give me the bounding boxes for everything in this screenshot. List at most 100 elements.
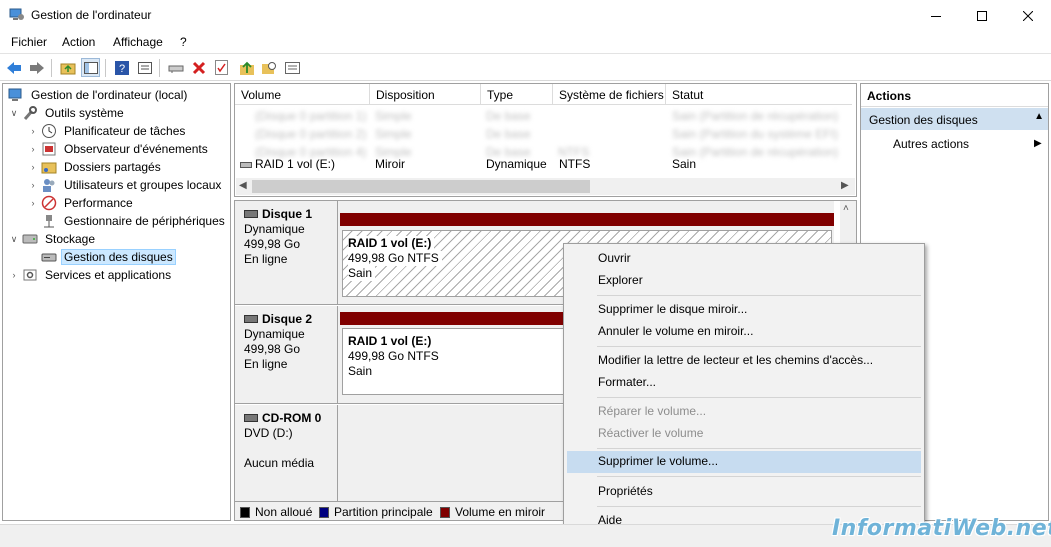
chevron-right-icon[interactable]: › [27,126,39,136]
collapse-up-icon[interactable]: ▲ [1034,111,1044,122]
menu-item-reactiver-volume: Réactiver le volume [598,426,704,440]
column-header-disposition[interactable]: Disposition [370,84,481,105]
search-folder-icon[interactable] [260,58,279,77]
cdrom-header[interactable]: CD-ROM 0 DVD (D:) Aucun média [235,405,338,501]
column-header-systeme-fichiers[interactable]: Système de fichiers [553,84,666,105]
back-icon[interactable] [4,58,23,77]
chevron-down-icon[interactable]: ∨ [8,108,20,119]
drive-icon [240,159,252,173]
maximize-button[interactable] [959,0,1005,31]
legend-item: Volume en miroir [440,505,545,519]
legend-swatch-mirror [440,506,450,518]
scroll-up-icon[interactable]: ˄ [843,203,849,214]
tree-item-outils-systeme[interactable]: ∨ Outils système [8,104,127,122]
tree-item-utilisateurs-groupes[interactable]: › Utilisateurs et groupes locaux [27,176,224,194]
column-header-statut[interactable]: Statut [666,84,852,105]
shared-folder-icon [41,159,57,175]
menu-help[interactable]: ? [180,35,187,49]
performance-icon [41,195,57,211]
users-icon [41,177,57,193]
tree-item-services-applications[interactable]: › Services et applications [8,266,174,284]
menu-item-explorer[interactable]: Explorer [567,270,921,292]
tree-item-observateur[interactable]: › Observateur d'événements [27,140,211,158]
table-row[interactable]: (Disque 0 partition 2) Simple De base Sa… [235,125,852,143]
tree-item-computer-management[interactable]: Gestion de l'ordinateur (local) [6,86,190,104]
svg-text:?: ? [119,63,125,75]
disk-management-icon [41,249,57,265]
toolbar: ? [0,53,1051,81]
computer-management-icon [9,8,25,22]
scroll-right-icon[interactable]: ▶ [841,180,849,191]
scrollbar-thumb[interactable] [252,180,590,193]
actions-header: Actions [861,84,1048,107]
navigation-tree: Gestion de l'ordinateur (local) ∨ Outils… [2,83,231,521]
services-icon [22,267,38,283]
chevron-right-icon[interactable]: › [8,270,20,280]
cdrom-icon [244,411,258,426]
up-folder-icon[interactable] [58,58,77,77]
device-manager-icon [41,213,57,229]
disk-icon [244,207,258,222]
submenu-arrow-icon[interactable]: ▶ [1034,138,1042,149]
actions-section-gestion-disques[interactable]: Gestion des disques ▲ [861,108,1048,130]
table-row[interactable]: RAID 1 vol (E:) Miroir Dynamique NTFS Sa… [235,155,852,173]
up-arrow-icon[interactable] [237,58,256,77]
disk-2-header[interactable]: Disque 2 Dynamique 499,98 Go En ligne [235,306,338,404]
watermark: InformatiWeb.net [832,516,1051,541]
menu-affichage[interactable]: Affichage [113,35,163,49]
tree-item-dossiers-partages[interactable]: › Dossiers partagés [27,158,164,176]
menu-item-annuler-volume-miroir[interactable]: Annuler le volume en miroir... [567,321,921,343]
menu-item-formater[interactable]: Formater... [567,372,921,394]
tree-item-planificateur[interactable]: › Planificateur de tâches [27,122,188,140]
context-menu: Ouvrir Explorer Supprimer le disque miro… [563,243,925,534]
column-header-volume[interactable]: Volume [235,84,370,105]
legend-swatch-unallocated [240,506,250,518]
properties-view-icon[interactable] [135,58,154,77]
menu-item-supprimer-disque-miroir[interactable]: Supprimer le disque miroir... [567,299,921,321]
event-viewer-icon [41,141,57,157]
menu-item-supprimer-volume[interactable]: Supprimer le volume... [567,451,921,473]
clock-icon [41,123,57,139]
chevron-right-icon[interactable]: › [27,162,39,172]
title-bar: Gestion de l'ordinateur [0,0,1051,31]
export-list-icon[interactable] [283,58,302,77]
connect-drive-icon[interactable] [166,58,185,77]
menu-item-proprietes[interactable]: Propriétés [567,481,921,503]
legend-swatch-primary [319,506,329,518]
disk-1-header[interactable]: Disque 1 Dynamique 499,98 Go En ligne [235,201,338,305]
checklist-icon[interactable] [212,58,231,77]
chevron-right-icon[interactable]: › [27,180,39,190]
menu-fichier[interactable]: Fichier [11,35,47,49]
table-row[interactable]: (Disque 0 partition 1) Simple De base Sa… [235,107,852,125]
volume-list: Volume Disposition Type Système de fichi… [234,83,857,197]
column-header-type[interactable]: Type [481,84,553,105]
help-icon[interactable]: ? [112,58,131,77]
legend-item: Partition principale [319,505,433,519]
window-title: Gestion de l'ordinateur [31,8,152,22]
menu-item-ouvrir[interactable]: Ouvrir [567,248,921,270]
close-button[interactable] [1005,0,1051,31]
menu-item-reparer-volume: Réparer le volume... [598,404,707,418]
disk-icon [244,312,258,327]
tree-item-performance[interactable]: › Performance [27,194,136,212]
menu-item-modifier-lettre[interactable]: Modifier la lettre de lecteur et les che… [567,350,921,372]
forward-icon[interactable] [27,58,46,77]
delete-icon[interactable] [189,58,208,77]
menu-action[interactable]: Action [62,35,95,49]
legend-item: Non alloué [240,505,312,519]
minimize-button[interactable] [913,0,959,31]
chevron-down-icon[interactable]: ∨ [8,234,20,245]
menu-bar: Fichier Action Affichage ? [0,31,1051,53]
chevron-right-icon[interactable]: › [27,144,39,154]
tree-item-gestionnaire-peripheriques[interactable]: Gestionnaire de périphériques [39,212,228,230]
tools-icon [22,105,38,121]
tree-item-gestion-disques[interactable]: Gestion des disques [39,248,176,266]
chevron-right-icon[interactable]: › [27,198,39,208]
show-hide-tree-icon[interactable] [81,58,100,77]
horizontal-scrollbar[interactable]: ◀ ▶ [236,178,855,195]
storage-icon [22,231,38,247]
autres-actions[interactable]: Autres actions [893,137,969,151]
mirror-volume-bar [340,213,834,226]
tree-item-stockage[interactable]: ∨ Stockage [8,230,98,248]
scroll-left-icon[interactable]: ◀ [239,180,247,191]
